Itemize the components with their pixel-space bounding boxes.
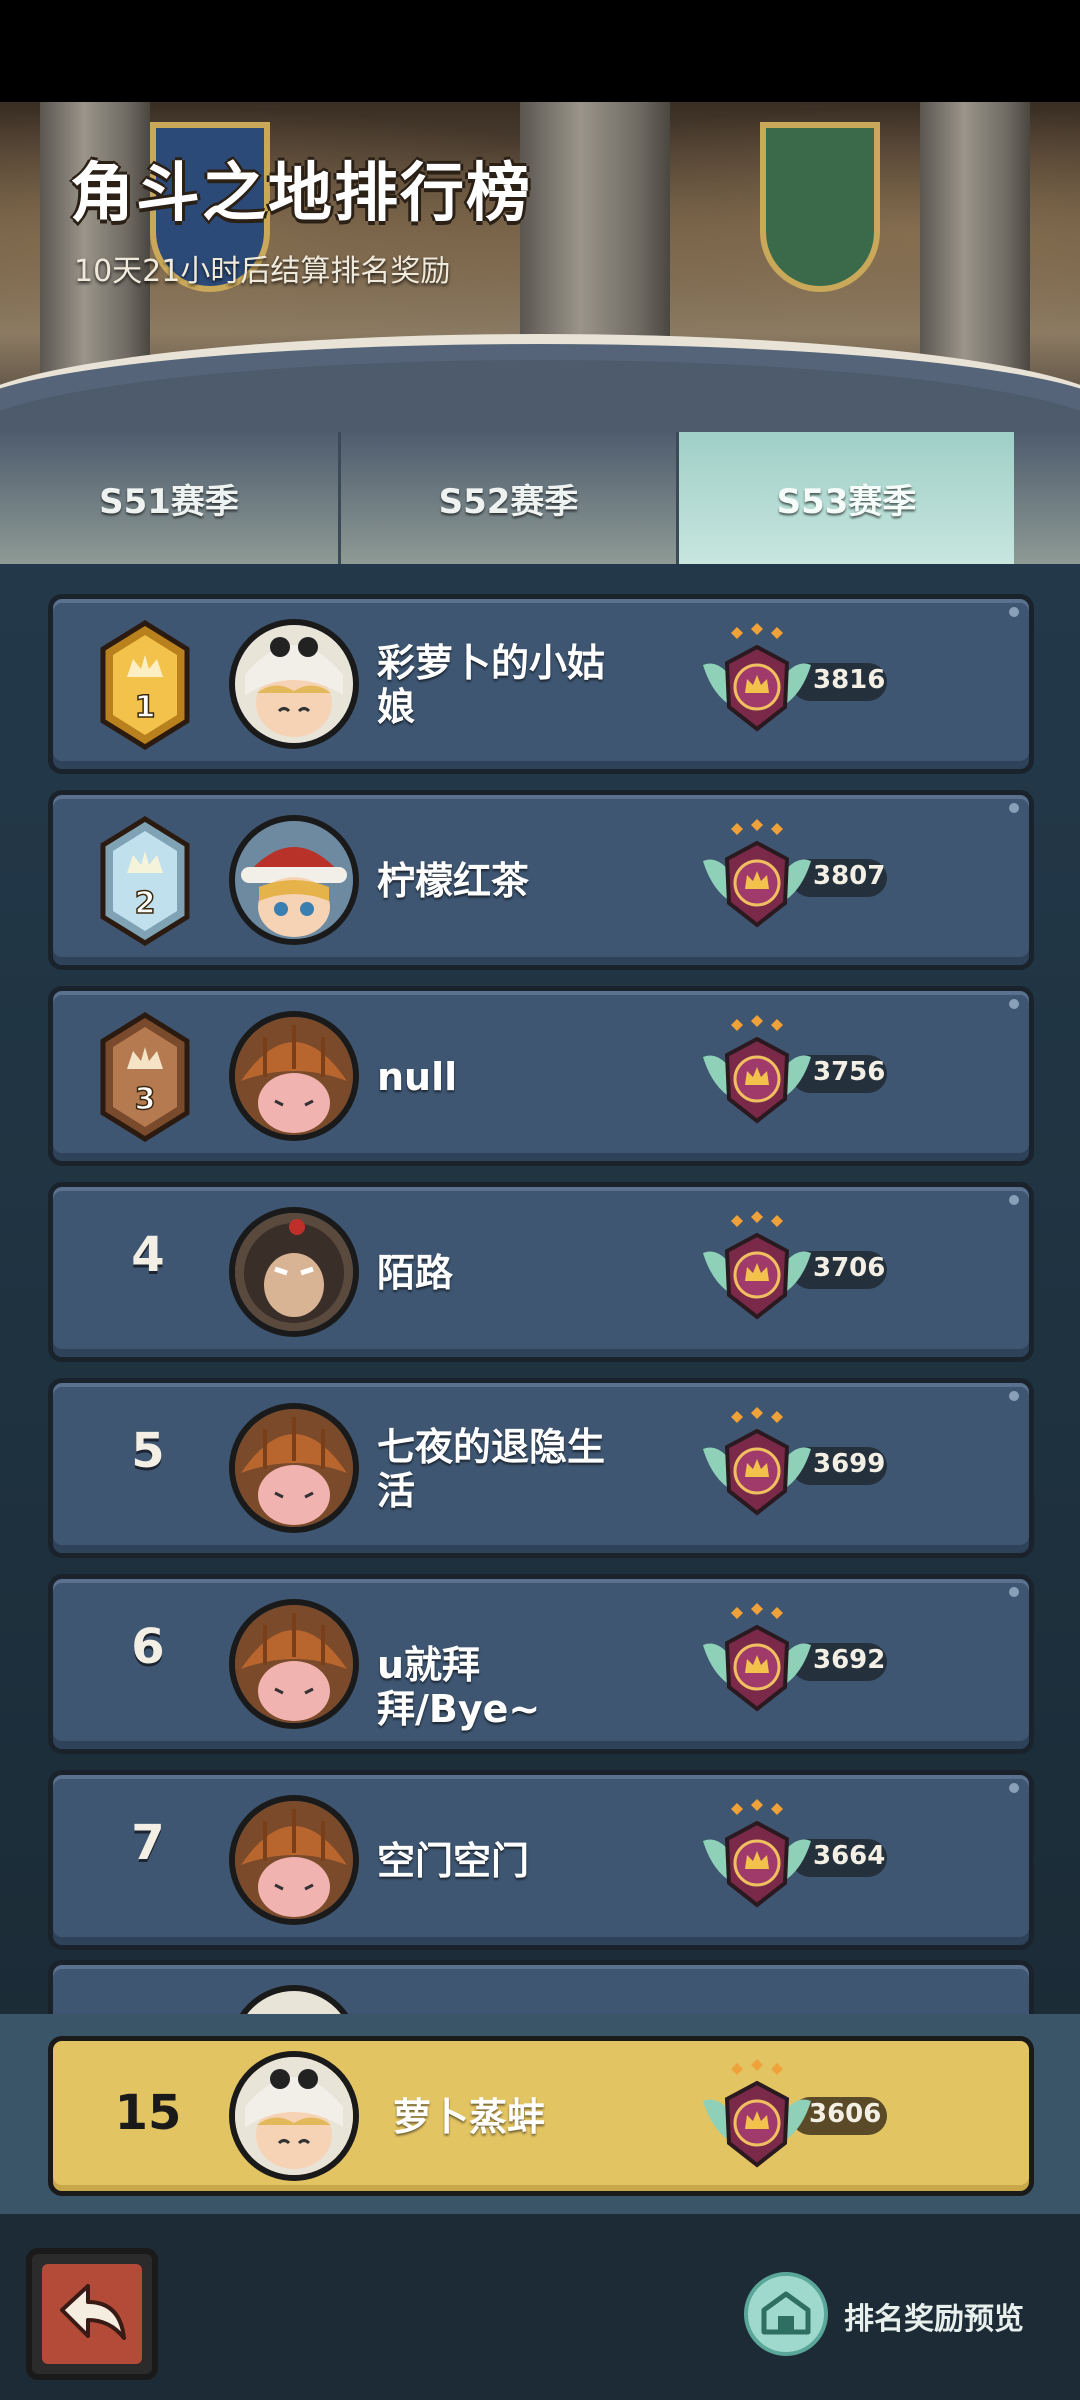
reward-preview-button[interactable]: 排名奖励预览 — [744, 2272, 1070, 2356]
avatar[interactable] — [229, 1207, 359, 1337]
rank-emblem-icon — [697, 1011, 817, 1135]
score: 3692 — [813, 1645, 886, 1675]
rank-number: 4 — [131, 1227, 165, 1283]
rank-emblem-icon — [697, 1795, 817, 1919]
rank-emblem-icon — [697, 619, 817, 743]
score: 3807 — [813, 861, 886, 891]
tab-label: S53赛季 — [776, 481, 917, 522]
row-corner-dot — [1009, 1783, 1019, 1793]
player-name: 陌路 — [377, 1251, 454, 1295]
rank-emblem-icon — [697, 1599, 817, 1723]
row-corner-dot — [1009, 1195, 1019, 1205]
season-tabs: S51赛季 S52赛季 S53赛季 — [0, 432, 1080, 564]
white-hood-avatar-icon — [235, 2057, 353, 2175]
rank-emblem-icon — [697, 815, 817, 939]
table-row[interactable]: 4 陌路 3706 — [48, 1182, 1034, 1362]
player-name: 七夜的退隐生活 — [377, 1425, 606, 1513]
back-button[interactable] — [26, 2248, 158, 2380]
table-row[interactable]: 2 柠檬红茶 3807 — [48, 790, 1034, 970]
player-name: u就拜拜/Bye~ — [377, 1643, 541, 1731]
table-row-partial — [48, 1960, 1034, 2014]
tab-label: S51赛季 — [99, 481, 239, 522]
table-row[interactable]: 3 null 3756 — [48, 986, 1034, 1166]
leaderboard-list[interactable]: 1 彩萝卜的小姑娘 3816 2 柠檬红茶 3807 3 null 3756 4… — [0, 564, 1080, 2014]
player-name: 彩萝卜的小姑娘 — [377, 641, 606, 729]
row-corner-dot — [1009, 999, 1019, 1009]
table-row[interactable]: 7 空门空门 3664 — [48, 1770, 1034, 1950]
reward-chest-icon — [744, 2272, 828, 2356]
my-score: 3606 — [809, 2099, 882, 2129]
row-corner-dot — [1009, 1391, 1019, 1401]
rank-number: 7 — [131, 1815, 165, 1871]
avatar[interactable] — [229, 1011, 359, 1141]
avatar[interactable] — [229, 1599, 359, 1729]
my-rank-row[interactable]: 15 萝卜蒸蚌 3606 — [48, 2036, 1034, 2196]
score: 3664 — [813, 1841, 886, 1871]
avatar[interactable] — [229, 1403, 359, 1533]
svg-text:1: 1 — [135, 690, 156, 725]
score: 3756 — [813, 1057, 886, 1087]
bottom-bar: 排名奖励预览 — [0, 2214, 1080, 2400]
score: 3699 — [813, 1449, 886, 1479]
status-bar — [0, 0, 1080, 102]
rank-emblem-icon — [697, 2055, 817, 2179]
tab-s53[interactable]: S53赛季 — [676, 432, 1014, 564]
avatar[interactable] — [229, 1795, 359, 1925]
player-name: 空门空门 — [377, 1839, 530, 1883]
tab-s51[interactable]: S51赛季 — [0, 432, 338, 564]
avatar[interactable] — [229, 619, 359, 749]
table-row[interactable]: 5 七夜的退隐生活 3699 — [48, 1378, 1034, 1558]
svg-text:3: 3 — [135, 1082, 156, 1117]
my-rank-number: 15 — [114, 2085, 182, 2141]
avatar — [229, 1985, 359, 2014]
avatar[interactable] — [229, 815, 359, 945]
svg-text:2: 2 — [135, 886, 156, 921]
table-row[interactable]: 1 彩萝卜的小姑娘 3816 — [48, 594, 1034, 774]
rank-number: 5 — [131, 1423, 165, 1479]
rank-emblem-icon — [697, 1207, 817, 1331]
gold-rank-badge-icon: 1 — [97, 619, 193, 751]
score: 3706 — [813, 1253, 886, 1283]
settlement-countdown: 10天21小时后结算排名奖励 — [74, 254, 451, 289]
table-row[interactable]: 6 u就拜拜/Bye~ 3692 — [48, 1574, 1034, 1754]
page-title: 角斗之地排行榜 — [70, 157, 532, 231]
bronze-rank-badge-icon: 3 — [97, 1011, 193, 1143]
player-name: null — [377, 1055, 458, 1099]
rank-number: 6 — [131, 1619, 165, 1675]
back-button-face — [42, 2264, 142, 2364]
row-corner-dot — [1009, 607, 1019, 617]
my-rank-bar: 15 萝卜蒸蚌 3606 — [0, 2014, 1080, 2214]
score: 3816 — [813, 665, 886, 695]
back-arrow-icon — [60, 2284, 126, 2340]
tab-s52[interactable]: S52赛季 — [338, 432, 676, 564]
rank-emblem-icon — [697, 1403, 817, 1527]
my-player-name: 萝卜蒸蚌 — [393, 2095, 546, 2139]
tab-filler — [1014, 432, 1080, 564]
banner-shield — [760, 122, 880, 292]
tab-label: S52赛季 — [438, 481, 579, 522]
silver-rank-badge-icon: 2 — [97, 815, 193, 947]
row-corner-dot — [1009, 803, 1019, 813]
player-name: 柠檬红茶 — [377, 859, 530, 903]
reward-preview-label: 排名奖励预览 — [844, 2302, 1024, 2337]
my-avatar — [229, 2051, 359, 2181]
row-corner-dot — [1009, 1587, 1019, 1597]
